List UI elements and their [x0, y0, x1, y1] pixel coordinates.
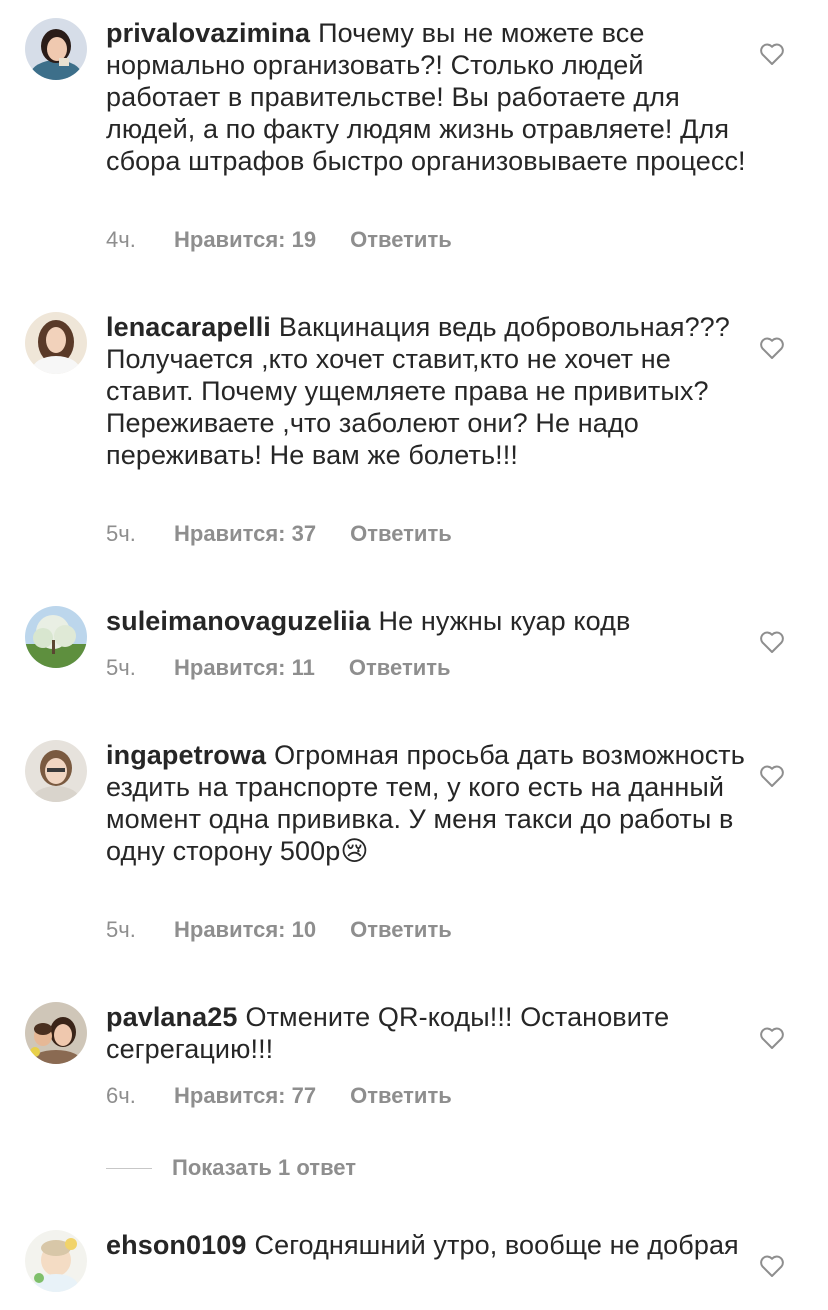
avatar[interactable] [25, 1002, 87, 1064]
comment-username[interactable]: suleimanovaguzeliia [106, 606, 371, 636]
like-heart-icon[interactable] [759, 336, 785, 360]
comment-meta: 6ч. Нравится: 77 Ответить [106, 1083, 452, 1109]
comment-likes[interactable]: Нравится: 19 [174, 227, 316, 253]
comment-likes[interactable]: Нравится: 10 [174, 917, 316, 943]
show-replies-button[interactable]: Показать 1 ответ [106, 1153, 356, 1183]
comment-meta: 5ч. Нравится: 10 Ответить [106, 917, 452, 943]
comment-username[interactable]: ingapetrowa [106, 740, 266, 770]
comment-likes[interactable]: Нравится: 37 [174, 521, 316, 547]
comment-text-block: ehson0109 Сегодняшний утро, вообще не доб… [106, 1229, 746, 1261]
comment-meta: 5ч. Нравится: 37 Ответить [106, 521, 452, 547]
avatar[interactable] [25, 740, 87, 802]
comment-text-block: suleimanovaguzeliia Не нужны куар кодв [106, 605, 746, 637]
like-heart-icon[interactable] [759, 42, 785, 66]
comment-username[interactable]: privalovazimina [106, 18, 310, 48]
like-heart-icon[interactable] [759, 1254, 785, 1278]
comment-meta: 5ч. Нравится: 11 Ответить [106, 655, 451, 681]
comment-text-block: pavlana25 Отмените QR-коды!!! Остановите … [106, 1001, 746, 1065]
like-heart-icon[interactable] [759, 630, 785, 654]
comment-username[interactable]: pavlana25 [106, 1002, 237, 1032]
comment-meta: 4ч. Нравится: 19 Ответить [106, 227, 452, 253]
reply-button[interactable]: Ответить [350, 917, 452, 943]
comment-time: 4ч. [106, 227, 136, 252]
comment-text-block: privalovazimina Почему вы не можете все н… [106, 17, 746, 177]
like-heart-icon[interactable] [759, 764, 785, 788]
reply-button[interactable]: Ответить [350, 1083, 452, 1109]
comment-username[interactable]: lenacarapelli [106, 312, 271, 342]
replies-divider [106, 1167, 152, 1169]
comment-text-block: ingapetrowa Огромная просьба дать возможн… [106, 739, 746, 867]
comment-time: 5ч. [106, 917, 136, 942]
comment-text-block: lenacarapelli Вакцинация ведь добровольна… [106, 311, 746, 471]
comment-likes[interactable]: Нравится: 11 [174, 655, 315, 681]
comment-time: 6ч. [106, 1083, 136, 1108]
avatar[interactable] [25, 606, 87, 668]
like-heart-icon[interactable] [759, 1026, 785, 1050]
avatar[interactable] [25, 312, 87, 374]
reply-button[interactable]: Ответить [350, 227, 452, 253]
reply-button[interactable]: Ответить [349, 655, 451, 681]
show-replies-label[interactable]: Показать 1 ответ [172, 1155, 356, 1181]
comment-username[interactable]: ehson0109 [106, 1230, 246, 1260]
avatar[interactable] [25, 1230, 87, 1292]
comment-time: 5ч. [106, 521, 136, 546]
comment-text: Сегодняшний утро, вообще не добрая [254, 1230, 739, 1260]
avatar[interactable] [25, 18, 87, 80]
reply-button[interactable]: Ответить [350, 521, 452, 547]
comment-text: Не нужны куар кодв [378, 606, 631, 636]
comment-time: 5ч. [106, 655, 136, 680]
comment-likes[interactable]: Нравится: 77 [174, 1083, 316, 1109]
